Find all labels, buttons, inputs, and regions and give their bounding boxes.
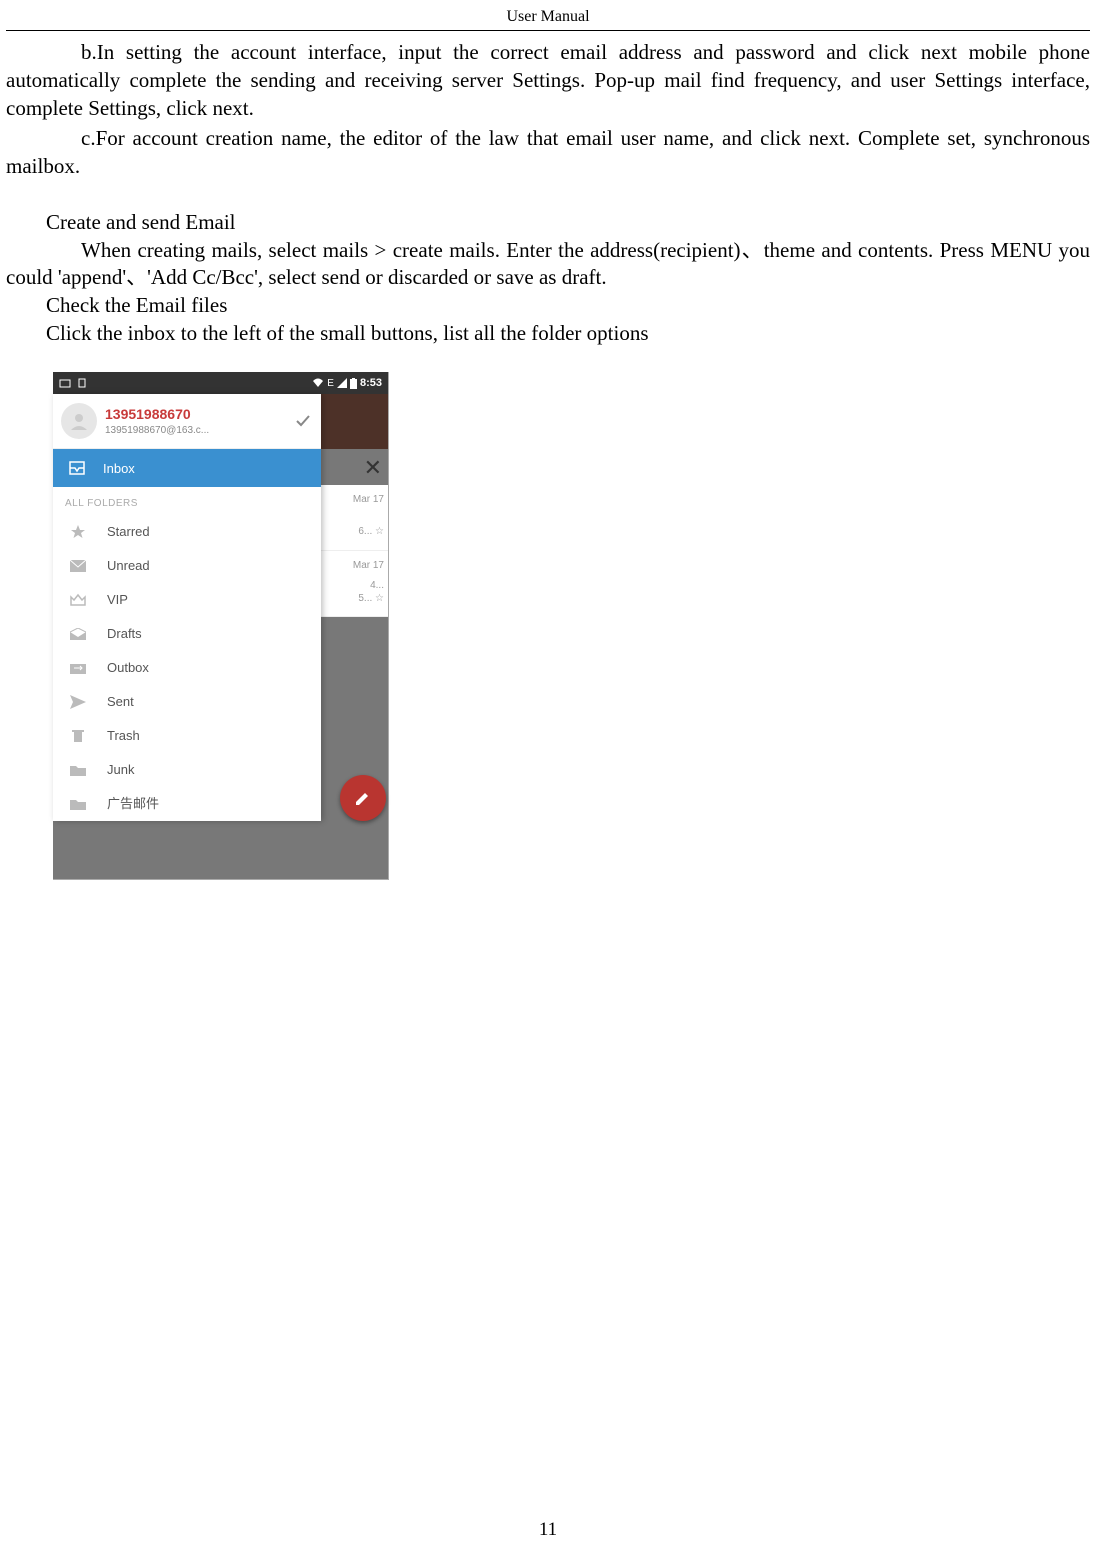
- drawer-account-row[interactable]: 13951988670 13951988670@163.c...: [53, 394, 321, 449]
- pencil-icon: [354, 789, 372, 807]
- status-bar: E 8:53: [53, 372, 388, 394]
- mail-tail-1: 6... ☆: [324, 525, 384, 538]
- folder-trash[interactable]: Trash: [53, 719, 321, 753]
- paragraph-check: Click the inbox to the left of the small…: [6, 320, 1090, 348]
- account-email: 13951988670@163.c...: [105, 424, 293, 437]
- folder-unread[interactable]: Unread: [53, 549, 321, 583]
- inbox-icon: [69, 461, 85, 475]
- folder-label: Junk: [107, 761, 134, 778]
- close-icon[interactable]: ✕: [364, 453, 382, 482]
- status-left: [59, 377, 87, 389]
- paragraph-c: c.For account creation name, the editor …: [6, 125, 1090, 181]
- network-label: E: [327, 377, 334, 390]
- paragraph-b: b.In setting the account interface, inpu…: [6, 39, 1090, 123]
- account-text: 13951988670 13951988670@163.c...: [105, 405, 293, 437]
- clock-label: 8:53: [360, 376, 382, 391]
- status-right: E 8:53: [312, 376, 382, 391]
- compose-fab[interactable]: [340, 775, 386, 821]
- notif-icon-2: [77, 377, 87, 389]
- folder-label: Sent: [107, 693, 134, 710]
- folder-icon: [69, 764, 87, 776]
- star-icon: [69, 524, 87, 540]
- person-icon: [68, 410, 90, 432]
- folder-label: Unread: [107, 557, 150, 574]
- page-footer: 11: [0, 1519, 1096, 1541]
- folder-icon: [69, 798, 87, 810]
- battery-icon: [350, 378, 357, 389]
- folder-label: Drafts: [107, 625, 142, 642]
- account-name: 13951988670: [105, 405, 293, 424]
- check-icon: [293, 411, 313, 431]
- mail-date-2: Mar 17: [324, 559, 384, 572]
- phone-screenshot: E 8:53 ✕ Mar 17 6... ☆ Mar 17 4... 5..: [53, 372, 389, 880]
- folder-label: VIP: [107, 591, 128, 608]
- page-header: User Manual: [0, 0, 1096, 26]
- trash-icon: [69, 729, 87, 743]
- mail-list-peek: ✕ Mar 17 6... ☆ Mar 17 4... 5... ☆: [320, 449, 388, 617]
- outbox-icon: [69, 662, 87, 674]
- folder-vip[interactable]: VIP: [53, 583, 321, 617]
- crown-icon: [69, 593, 87, 607]
- sent-icon: [69, 695, 87, 709]
- folder-label: Starred: [107, 523, 150, 540]
- mail-row-2[interactable]: Mar 17 4... 5... ☆: [320, 551, 388, 617]
- drafts-icon: [69, 628, 87, 640]
- mail-tail-2b: 5... ☆: [324, 592, 384, 605]
- folder-label: Outbox: [107, 659, 149, 676]
- header-title: User Manual: [506, 8, 589, 25]
- folder-ad-mail[interactable]: 广告邮件: [53, 787, 321, 821]
- paragraph-create: When creating mails, select mails > crea…: [6, 237, 1090, 293]
- folder-starred[interactable]: Starred: [53, 515, 321, 549]
- mail-tail-2a: 4...: [324, 579, 384, 592]
- inbox-label: Inbox: [103, 460, 135, 477]
- page-number: 11: [539, 1519, 557, 1540]
- wifi-icon: [312, 378, 324, 388]
- document-content: b.In setting the account interface, inpu…: [0, 31, 1096, 880]
- folder-outbox[interactable]: Outbox: [53, 651, 321, 685]
- mail-row-1[interactable]: Mar 17 6... ☆: [320, 485, 388, 551]
- folder-label: 广告邮件: [107, 795, 159, 812]
- mail-icon: [69, 560, 87, 572]
- folder-sent[interactable]: Sent: [53, 685, 321, 719]
- section-all-folders: ALL FOLDERS: [53, 487, 321, 514]
- folder-junk[interactable]: Junk: [53, 753, 321, 787]
- nav-drawer: 13951988670 13951988670@163.c... Inbox A…: [53, 394, 321, 820]
- folder-inbox[interactable]: Inbox: [53, 449, 321, 487]
- heading-create-send: Create and send Email: [6, 209, 1090, 237]
- mail-date-1: Mar 17: [324, 493, 384, 506]
- folder-drafts[interactable]: Drafts: [53, 617, 321, 651]
- heading-check-files: Check the Email files: [6, 292, 1090, 320]
- folder-label: Trash: [107, 727, 140, 744]
- avatar: [61, 403, 97, 439]
- signal-icon: [337, 378, 347, 388]
- notif-icon-1: [59, 377, 71, 389]
